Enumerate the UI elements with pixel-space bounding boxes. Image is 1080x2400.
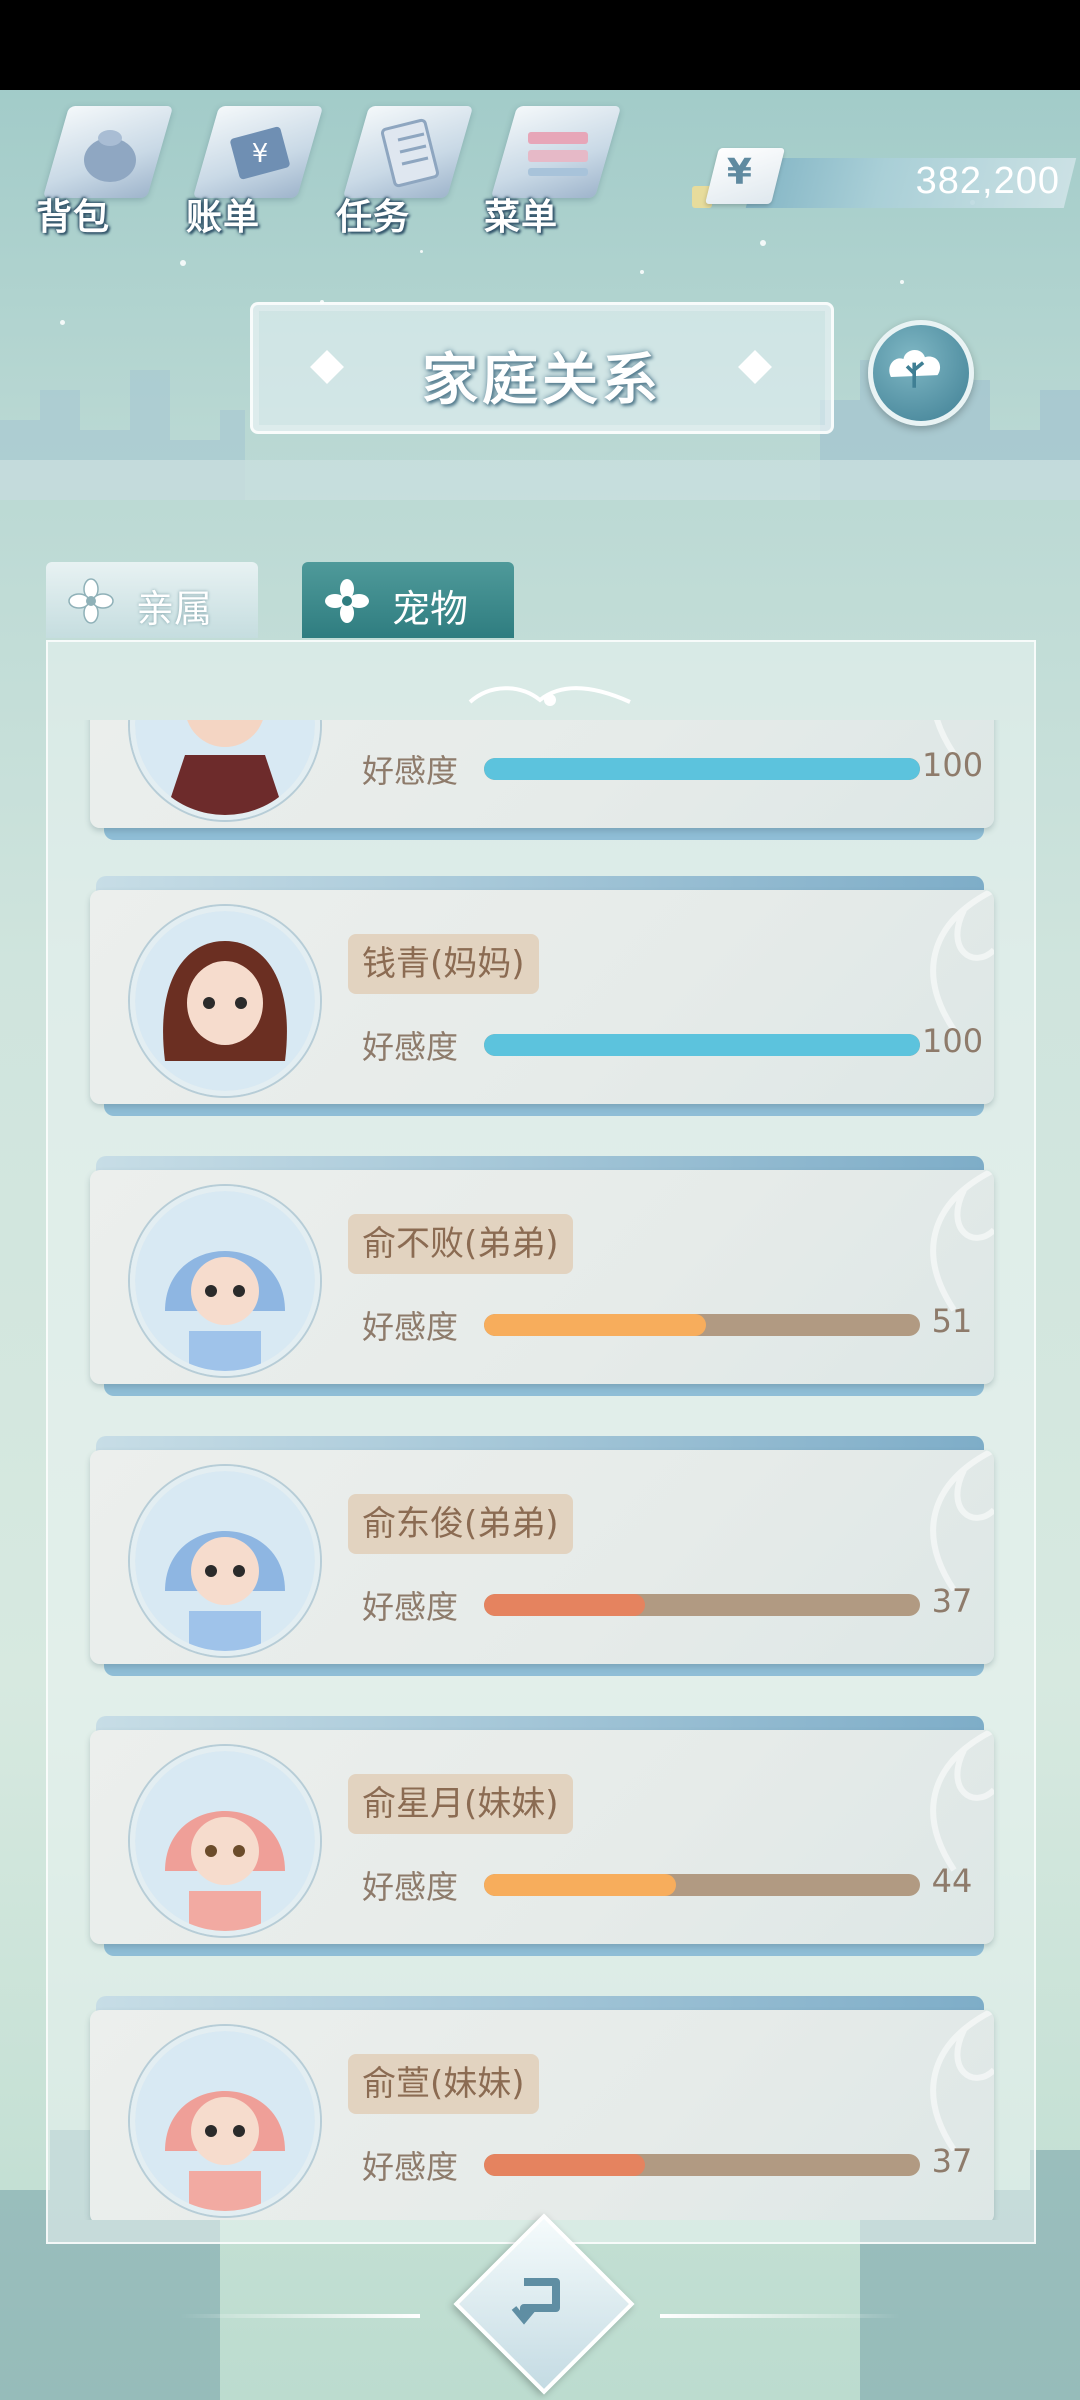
toolbar-bag-button[interactable]: 背包	[30, 100, 174, 240]
toolbar-menu-label: 菜单	[484, 197, 559, 238]
member-list[interactable]: 好感度 100 钱青(妈妈) 好感度 100 俞不败(弟弟) 好感度 51 俞东…	[60, 720, 1020, 2220]
tab-relatives-label: 亲属	[136, 587, 213, 631]
affection-bar-fill	[484, 2154, 646, 2176]
avatar	[130, 2026, 320, 2216]
toolbar-bill-button[interactable]: ¥ 账单	[180, 100, 324, 240]
family-tree-button[interactable]	[868, 320, 974, 426]
family-tree-icon	[889, 350, 941, 388]
bag-icon	[84, 130, 136, 182]
affection-value: 37	[931, 1582, 973, 1620]
affection-value: 51	[931, 1302, 973, 1340]
affection-bar	[484, 1314, 920, 1336]
bottom-ornament-right	[660, 2314, 900, 2318]
affection-bar-fill	[484, 1874, 676, 1896]
affection-label: 好感度	[362, 2148, 459, 2186]
toolbar-bag-label: 背包	[36, 197, 111, 238]
avatar	[130, 906, 320, 1096]
page-title: 家庭关系	[422, 348, 662, 413]
affection-bar-fill	[484, 1034, 920, 1056]
affection-bar	[484, 1874, 920, 1896]
affection-label: 好感度	[362, 752, 459, 790]
tab-pets-label: 宠物	[392, 587, 469, 631]
affection-label: 好感度	[362, 1028, 459, 1066]
avatar	[130, 1746, 320, 1936]
affection-value: 37	[931, 2142, 973, 2180]
affection-label: 好感度	[362, 1868, 459, 1906]
toolbar-bill-label: 账单	[186, 197, 261, 238]
affection-label: 好感度	[362, 1588, 459, 1626]
avatar	[130, 1466, 320, 1656]
member-card[interactable]: 俞萱(妹妹) 好感度 37	[90, 1996, 994, 2220]
affection-value: 100	[922, 1022, 984, 1060]
affection-label: 好感度	[362, 1308, 459, 1346]
currency-amount: 382,200	[915, 160, 1060, 202]
toolbar-menu-button[interactable]: 菜单	[478, 100, 622, 240]
member-card[interactable]: 俞东俊(弟弟) 好感度 37	[90, 1436, 994, 1676]
member-card[interactable]: 钱青(妈妈) 好感度 100	[90, 876, 994, 1116]
toolbar-task-label: 任务	[336, 197, 411, 238]
affection-bar	[484, 758, 920, 780]
avatar	[130, 1186, 320, 1376]
member-name: 钱青(妈妈)	[348, 934, 539, 994]
flower-icon	[325, 579, 369, 623]
bill-icon: ¥	[230, 126, 290, 180]
flower-icon	[68, 578, 114, 624]
avatar	[130, 720, 320, 820]
tab-relatives[interactable]: 亲属	[46, 562, 258, 638]
page-title-banner: 家庭关系	[250, 302, 834, 434]
menu-icon	[528, 132, 588, 176]
affection-bar	[484, 1034, 920, 1056]
member-card[interactable]: 俞不败(弟弟) 好感度 51	[90, 1156, 994, 1396]
affection-bar-fill	[484, 1314, 707, 1336]
member-name: 俞不败(弟弟)	[348, 1214, 573, 1274]
affection-value: 100	[922, 746, 984, 784]
scroll-ornament	[468, 686, 631, 706]
affection-bar	[484, 1594, 920, 1616]
member-card[interactable]: 好感度 100	[90, 720, 994, 840]
member-card[interactable]: 俞星月(妹妹) 好感度 44	[90, 1716, 994, 1956]
member-name: 俞萱(妹妹)	[348, 2054, 539, 2114]
affection-bar-fill	[484, 758, 920, 780]
tab-pets[interactable]: 宠物	[302, 562, 514, 638]
member-name: 俞东俊(弟弟)	[348, 1494, 573, 1554]
toolbar-task-button[interactable]: 任务	[330, 100, 474, 240]
task-icon	[380, 118, 440, 188]
affection-bar-fill	[484, 1594, 646, 1616]
affection-value: 44	[931, 1862, 973, 1900]
currency-symbol: ¥	[726, 152, 752, 193]
member-name: 俞星月(妹妹)	[348, 1774, 573, 1834]
bottom-ornament-left	[180, 2314, 420, 2318]
svg-text:¥: ¥	[252, 139, 269, 169]
affection-bar	[484, 2154, 920, 2176]
yen-icon: ¥	[705, 148, 785, 204]
return-icon	[511, 2278, 560, 2325]
status-bar	[0, 0, 1080, 90]
